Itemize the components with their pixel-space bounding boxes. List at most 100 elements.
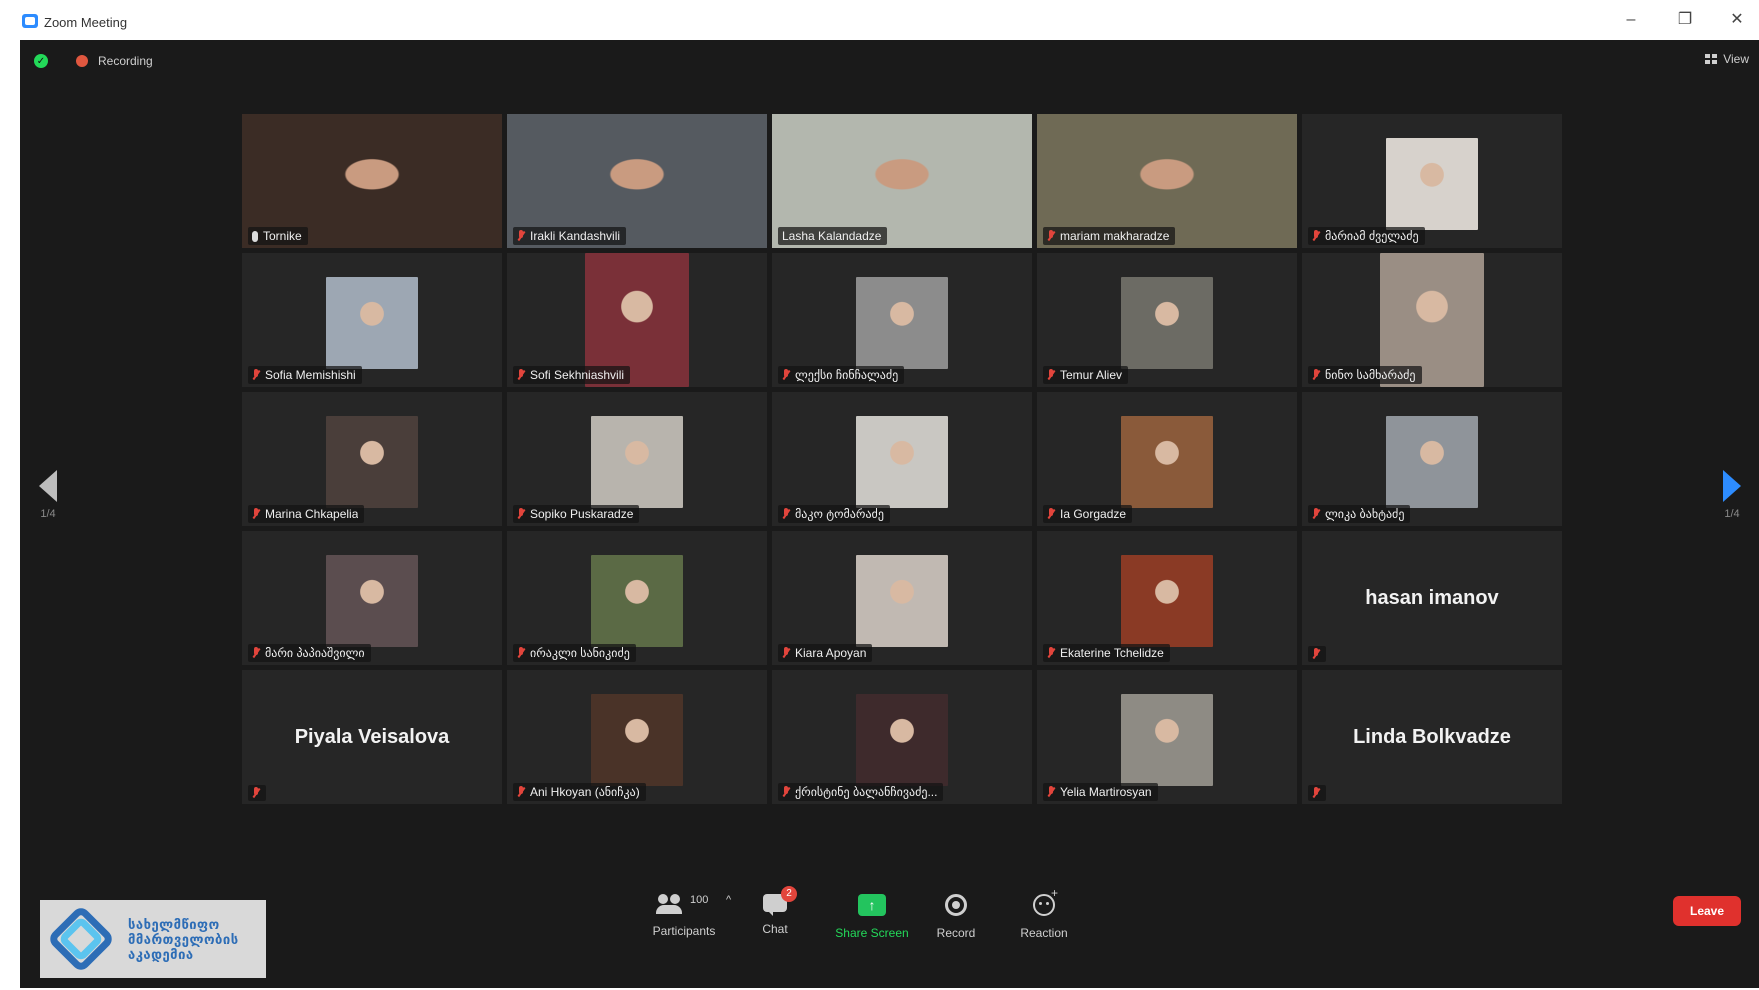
mic-muted-icon — [1312, 648, 1320, 660]
arrow-right-icon — [1723, 470, 1741, 502]
participant-profile-photo — [591, 416, 683, 508]
participant-name-bar: ქრისტინე ბალანჩივაძე... — [778, 783, 944, 801]
participants-button[interactable]: 100 ^ Participants — [634, 894, 734, 938]
next-page-button[interactable]: 1/4 — [1720, 470, 1744, 530]
participant-name-label: Tornike — [263, 229, 302, 243]
participant-tile[interactable]: mariam makharadze — [1037, 114, 1297, 248]
participant-tile[interactable]: hasan imanov — [1302, 531, 1562, 665]
participant-name-label: Yelia Martirosyan — [1060, 785, 1152, 799]
recording-label: Recording — [98, 54, 153, 68]
participant-tile[interactable]: Sopiko Puskaradze — [507, 392, 767, 526]
participant-tile[interactable]: Ani Hkoyan (ანიჩკა) — [507, 670, 767, 804]
participant-tile[interactable]: ლიკა ბახტაძე — [1302, 392, 1562, 526]
participant-tile[interactable]: ირაკლი სანიკიძე — [507, 531, 767, 665]
participant-tile[interactable]: Temur Aliev — [1037, 253, 1297, 387]
participant-name-bar: mariam makharadze — [1043, 227, 1176, 245]
view-button[interactable]: View — [1705, 52, 1749, 66]
participant-name-label: მარიამ ძველაძე — [1325, 229, 1419, 243]
participant-tile[interactable]: მარიამ ძველაძე — [1302, 114, 1562, 248]
share-screen-icon: ↑ — [858, 894, 886, 916]
record-button[interactable]: Record — [928, 894, 984, 940]
participant-tile[interactable]: Sofia Memishishi — [242, 253, 502, 387]
chat-button[interactable]: 2 Chat — [750, 886, 800, 936]
security-shield-icon[interactable]: ✓ — [34, 54, 48, 68]
participant-name-label: ლექსი ჩინჩალაძე — [795, 368, 899, 382]
participants-caret-icon[interactable]: ^ — [726, 894, 731, 906]
participant-tile[interactable]: Ekaterine Tchelidze — [1037, 531, 1297, 665]
close-button[interactable]: ✕ — [1722, 9, 1752, 31]
mic-muted-icon — [1312, 508, 1320, 520]
record-label: Record — [936, 926, 976, 940]
participant-tile[interactable]: Ia Gorgadze — [1037, 392, 1297, 526]
participant-tile[interactable]: მარი პაპიაშვილი — [242, 531, 502, 665]
page-indicator-right: 1/4 — [1724, 508, 1740, 520]
mic-muted-icon — [782, 508, 790, 520]
participant-profile-photo — [591, 694, 683, 786]
mic-muted-icon — [517, 647, 525, 659]
participant-profile-photo — [1121, 277, 1213, 369]
participant-name-bar: Sopiko Puskaradze — [513, 505, 640, 523]
participant-tile[interactable]: Tornike — [242, 114, 502, 248]
zoom-app-icon — [22, 14, 38, 28]
participant-name-bar: Lasha Kalandadze — [778, 227, 888, 245]
mic-muted-icon — [517, 230, 525, 242]
academy-logo-text: სახელმწიფო მმართველობის აკადემია — [128, 917, 239, 962]
arrow-left-icon — [39, 470, 57, 502]
participant-profile-photo — [856, 555, 948, 647]
chat-icon: 2 — [763, 886, 797, 916]
mic-muted-icon — [252, 369, 260, 381]
participant-name-label: Ekaterine Tchelidze — [1060, 646, 1164, 660]
mic-muted-icon — [782, 369, 790, 381]
participant-tile[interactable]: Marina Chkapelia — [242, 392, 502, 526]
mic-muted-icon — [1312, 230, 1320, 242]
participant-tile[interactable]: Linda Bolkvadze — [1302, 670, 1562, 804]
participant-profile-photo — [856, 416, 948, 508]
participant-name-bar: Marina Chkapelia — [248, 505, 365, 523]
academy-logo-icon — [44, 902, 118, 976]
participant-name-bar: Sofia Memishishi — [248, 366, 362, 384]
participant-profile-photo — [1121, 416, 1213, 508]
participant-tile[interactable]: Yelia Martirosyan — [1037, 670, 1297, 804]
participant-tile[interactable]: Lasha Kalandadze — [772, 114, 1032, 248]
participant-name-label: Kiara Apoyan — [795, 646, 867, 660]
participant-name-bar: მარიამ ძველაძე — [1308, 227, 1425, 245]
participant-name-bar: Tornike — [248, 227, 308, 245]
participant-name-label: ნინო სამხარაძე — [1325, 368, 1416, 382]
mic-muted-icon — [517, 508, 525, 520]
participant-tile[interactable]: Kiara Apoyan — [772, 531, 1032, 665]
mic-muted-icon — [252, 787, 260, 799]
participant-name-label: Ani Hkoyan (ანიჩკა) — [530, 785, 640, 799]
logo-line-3: აკადემია — [128, 946, 194, 962]
mic-muted-icon — [252, 647, 260, 659]
participant-tile[interactable]: Sofi Sekhniashvili — [507, 253, 767, 387]
participants-icon: 100 ^ — [656, 894, 731, 914]
participant-name-bar: ლექსი ჩინჩალაძე — [778, 366, 905, 384]
participant-tile[interactable]: ქრისტინე ბალანჩივაძე... — [772, 670, 1032, 804]
share-screen-button[interactable]: ↑ Share Screen — [826, 894, 918, 940]
participant-profile-photo — [1386, 138, 1478, 230]
participant-display-name: hasan imanov — [1365, 587, 1499, 609]
mic-icon — [252, 230, 258, 242]
reactions-button[interactable]: Reaction — [1008, 886, 1080, 940]
meeting-status: ✓ Recording — [34, 54, 153, 68]
participant-profile-photo — [1121, 555, 1213, 647]
participant-tile[interactable]: Piyala Veisalova — [242, 670, 502, 804]
participant-name-label: Ia Gorgadze — [1060, 507, 1127, 521]
participant-name-bar: Ekaterine Tchelidze — [1043, 644, 1170, 662]
participant-tile[interactable]: მაკო ტომარაძე — [772, 392, 1032, 526]
minimize-button[interactable]: – — [1616, 9, 1646, 31]
participant-name-bar — [248, 785, 266, 801]
leave-button[interactable]: Leave — [1673, 896, 1741, 926]
participant-profile-photo — [591, 555, 683, 647]
participant-name-label: Marina Chkapelia — [265, 507, 359, 521]
participant-name-bar: ირაკლი სანიკიძე — [513, 644, 636, 662]
participant-tile[interactable]: ლექსი ჩინჩალაძე — [772, 253, 1032, 387]
participant-tile[interactable]: ნინო სამხარაძე — [1302, 253, 1562, 387]
participant-name-label: ლიკა ბახტაძე — [1325, 507, 1405, 521]
participant-tile[interactable]: Irakli Kandashvili — [507, 114, 767, 248]
restore-button[interactable]: ❐ — [1670, 9, 1700, 31]
academy-logo: სახელმწიფო მმართველობის აკადემია — [40, 900, 266, 978]
participant-name-label: ქრისტინე ბალანჩივაძე... — [795, 785, 938, 799]
mic-muted-icon — [1047, 786, 1055, 798]
previous-page-button[interactable]: 1/4 — [36, 470, 60, 530]
